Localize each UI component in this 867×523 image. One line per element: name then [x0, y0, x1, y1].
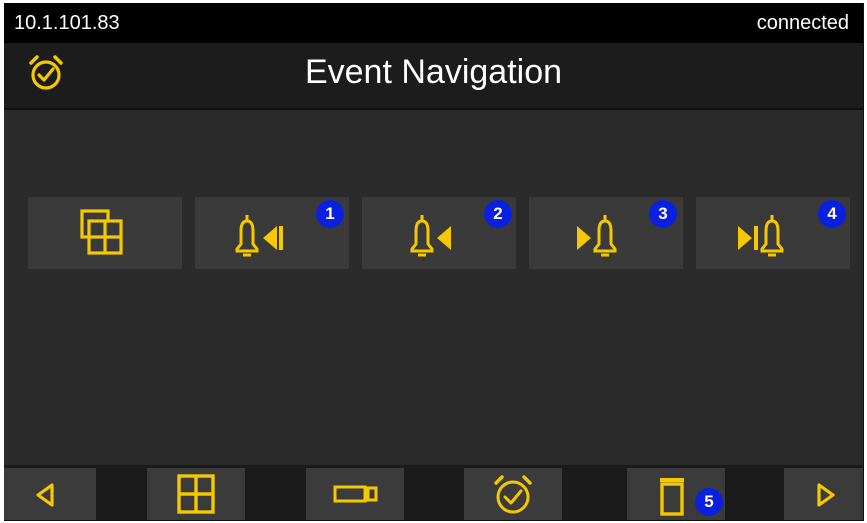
first-event-button[interactable]: 1 — [195, 197, 349, 269]
badge: 5 — [695, 488, 723, 516]
multi-view-icon — [80, 209, 123, 255]
alarm-button[interactable] — [464, 468, 562, 520]
status-bar: 10.1.101.83 connected — [4, 3, 863, 43]
title-bar: Event Navigation — [4, 43, 863, 110]
screen: 10.1.101.83 connected Event Navigation 1… — [4, 3, 864, 521]
ip-address: 10.1.101.83 — [14, 12, 120, 34]
arrow-left-icon — [36, 483, 54, 507]
next-event-button[interactable]: 3 — [529, 197, 683, 269]
arrow-right-icon — [817, 483, 835, 507]
last-event-button[interactable]: 4 — [696, 197, 850, 269]
grid-layout-icon — [177, 474, 215, 514]
connection-status: connected — [756, 12, 849, 34]
previous-event-button[interactable]: 2 — [362, 197, 516, 269]
previous-page-button[interactable] — [4, 468, 96, 520]
badge: 2 — [484, 200, 512, 228]
layout-button[interactable] — [147, 468, 245, 520]
page-title: Event Navigation — [304, 53, 563, 91]
camera-icon — [333, 485, 378, 503]
bottom-toolbar: 5 — [4, 465, 863, 520]
camera-button[interactable] — [306, 468, 404, 520]
badge: 1 — [316, 200, 344, 228]
delete-button[interactable]: 5 — [627, 468, 725, 520]
next-page-button[interactable] — [784, 468, 863, 520]
event-navigation-panel: 1 2 3 4 — [4, 110, 863, 465]
badge: 3 — [649, 200, 677, 228]
badge: 4 — [818, 200, 846, 228]
alarm-clock-icon — [494, 475, 532, 514]
multi-view-button[interactable] — [28, 197, 182, 269]
